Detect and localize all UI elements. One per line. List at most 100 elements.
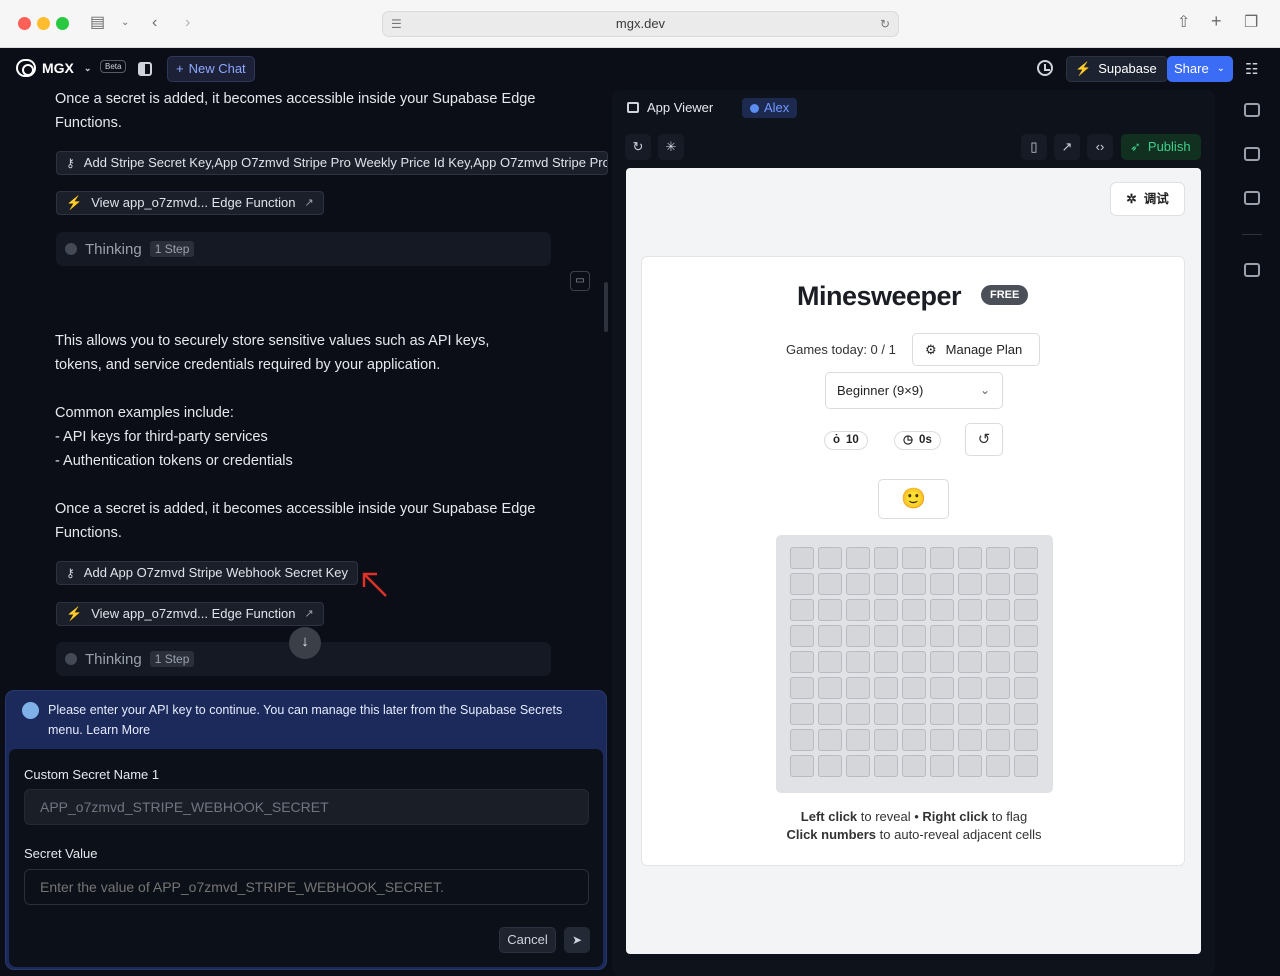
mine-cell[interactable] xyxy=(846,625,870,647)
mine-cell[interactable] xyxy=(958,677,982,699)
mine-cell[interactable] xyxy=(958,599,982,621)
mine-cell[interactable] xyxy=(902,547,926,569)
mine-cell[interactable] xyxy=(846,547,870,569)
mine-cell[interactable] xyxy=(930,703,954,725)
mine-cell[interactable] xyxy=(986,677,1010,699)
debug-button[interactable]: ✲ 调试 xyxy=(1110,182,1185,216)
mine-cell[interactable] xyxy=(958,651,982,673)
publish-button[interactable]: ➶ Publish xyxy=(1121,134,1201,160)
cancel-button[interactable]: Cancel xyxy=(499,927,556,953)
mine-cell[interactable] xyxy=(986,755,1010,777)
view-edge-function-button[interactable]: ⚡ View app_o7zmvd... Edge Function ↗ xyxy=(56,191,324,215)
mine-cell[interactable] xyxy=(790,625,814,647)
mine-cell[interactable] xyxy=(958,755,982,777)
reset-button[interactable]: ↺ xyxy=(965,423,1003,456)
mine-cell[interactable] xyxy=(818,599,842,621)
mine-cell[interactable] xyxy=(930,677,954,699)
scroll-to-bottom-button[interactable]: ↓ xyxy=(289,627,321,659)
mine-cell[interactable] xyxy=(930,729,954,751)
scrollbar[interactable] xyxy=(604,282,608,332)
mine-cell[interactable] xyxy=(846,729,870,751)
mine-cell[interactable] xyxy=(1014,651,1038,673)
mine-cell[interactable] xyxy=(818,703,842,725)
send-button[interactable]: ➤ xyxy=(564,927,590,953)
mine-cell[interactable] xyxy=(790,573,814,595)
mine-cell[interactable] xyxy=(874,651,898,673)
mine-cell[interactable] xyxy=(790,703,814,725)
mine-cell[interactable] xyxy=(790,729,814,751)
chevron-down-icon[interactable]: ⌄ xyxy=(84,63,92,74)
mine-cell[interactable] xyxy=(818,547,842,569)
mine-cell[interactable] xyxy=(986,729,1010,751)
secret-name-field[interactable]: APP_o7zmvd_STRIPE_WEBHOOK_SECRET xyxy=(24,789,589,825)
mine-cell[interactable] xyxy=(874,677,898,699)
mine-cell[interactable] xyxy=(902,599,926,621)
mine-cell[interactable] xyxy=(958,547,982,569)
mine-cell[interactable] xyxy=(902,573,926,595)
supabase-button[interactable]: ⚡ Supabase xyxy=(1066,56,1168,82)
mine-cell[interactable] xyxy=(790,651,814,673)
mine-cell[interactable] xyxy=(902,729,926,751)
manage-plan-button[interactable]: ⚙ Manage Plan xyxy=(912,333,1040,366)
sliders-icon[interactable]: ☷ xyxy=(1245,60,1258,78)
feedback-icon[interactable]: ▭ xyxy=(570,271,590,291)
mine-cell[interactable] xyxy=(958,625,982,647)
mine-cell[interactable] xyxy=(1014,625,1038,647)
mine-cell[interactable] xyxy=(930,547,954,569)
element-select-button[interactable]: ✳ xyxy=(658,134,684,160)
mine-cell[interactable] xyxy=(1014,547,1038,569)
mine-cell[interactable] xyxy=(818,729,842,751)
share-icon[interactable]: ⇧ xyxy=(1177,13,1190,33)
refresh-button[interactable]: ↻ xyxy=(625,134,651,160)
browser-icon[interactable] xyxy=(1244,147,1260,161)
reload-icon[interactable]: ↻ xyxy=(880,12,890,36)
back-icon[interactable]: ‹ xyxy=(152,13,157,33)
page-settings-icon[interactable]: ☰ xyxy=(391,12,402,36)
terminal-icon[interactable] xyxy=(1244,103,1260,117)
user-badge[interactable]: Alex xyxy=(742,98,798,118)
chevron-down-icon[interactable]: ⌄ xyxy=(121,13,129,33)
minimize-window-button[interactable] xyxy=(37,17,50,30)
add-secrets-button[interactable]: ⚷ Add Stripe Secret Key,App O7zmvd Strip… xyxy=(56,151,608,175)
code-file-icon[interactable] xyxy=(1244,191,1260,205)
thinking-block[interactable]: Thinking 1 Step xyxy=(56,232,551,266)
mine-cell[interactable] xyxy=(930,755,954,777)
add-webhook-secret-button[interactable]: ⚷ Add App O7zmvd Stripe Webhook Secret K… xyxy=(56,561,359,585)
mine-cell[interactable] xyxy=(874,599,898,621)
code-view-button[interactable]: ‹› xyxy=(1087,134,1113,160)
mine-cell[interactable] xyxy=(790,547,814,569)
mobile-view-button[interactable]: ▯ xyxy=(1021,134,1047,160)
forward-icon[interactable]: › xyxy=(185,13,190,33)
open-external-button[interactable]: ↗ xyxy=(1054,134,1080,160)
mine-cell[interactable] xyxy=(1014,599,1038,621)
mine-cell[interactable] xyxy=(902,625,926,647)
mine-cell[interactable] xyxy=(818,625,842,647)
mine-cell[interactable] xyxy=(1014,573,1038,595)
mine-cell[interactable] xyxy=(818,755,842,777)
mine-cell[interactable] xyxy=(846,703,870,725)
mine-cell[interactable] xyxy=(818,677,842,699)
mine-cell[interactable] xyxy=(818,651,842,673)
face-button[interactable]: 🙂 xyxy=(878,479,949,519)
panel-toggle-icon[interactable] xyxy=(138,62,152,76)
mine-cell[interactable] xyxy=(846,651,870,673)
mine-cell[interactable] xyxy=(1014,755,1038,777)
mine-cell[interactable] xyxy=(958,573,982,595)
mine-cell[interactable] xyxy=(1014,677,1038,699)
mine-cell[interactable] xyxy=(986,573,1010,595)
mine-cell[interactable] xyxy=(790,677,814,699)
sidebar-toggle-icon[interactable]: ▤ xyxy=(90,13,105,33)
folder-icon[interactable] xyxy=(1244,263,1260,277)
mine-cell[interactable] xyxy=(986,599,1010,621)
mine-cell[interactable] xyxy=(790,755,814,777)
mine-cell[interactable] xyxy=(1014,703,1038,725)
mine-cell[interactable] xyxy=(874,729,898,751)
mine-cell[interactable] xyxy=(874,755,898,777)
mine-cell[interactable] xyxy=(902,677,926,699)
address-bar[interactable]: ☰ mgx.dev ↻ xyxy=(382,11,899,37)
new-tab-icon[interactable]: + xyxy=(1211,11,1222,31)
history-icon[interactable] xyxy=(1037,60,1053,76)
mine-cell[interactable] xyxy=(846,599,870,621)
mine-cell[interactable] xyxy=(1014,729,1038,751)
brand-logo[interactable]: MGX ⌄ xyxy=(16,59,91,77)
